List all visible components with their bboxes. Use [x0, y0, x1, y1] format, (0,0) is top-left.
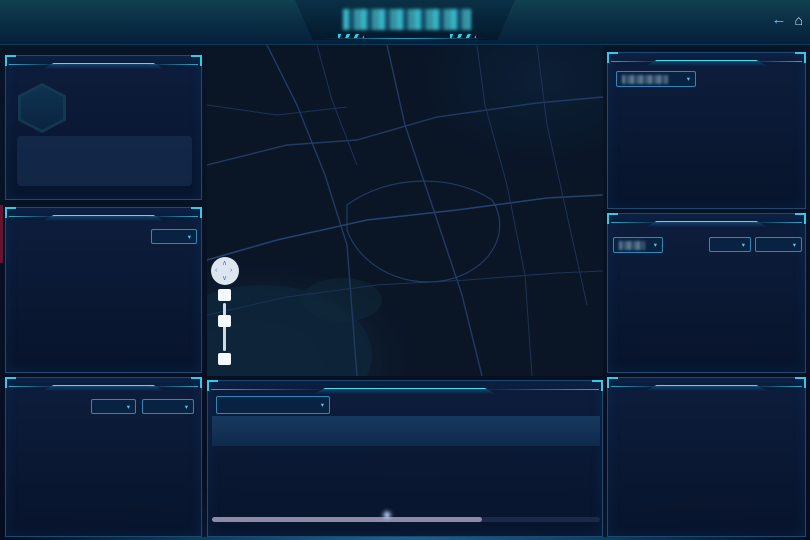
pan-down-icon[interactable]: ∨: [222, 275, 227, 282]
panel-title: [314, 388, 496, 394]
chevron-down-icon: ▾: [188, 233, 191, 241]
park-realtime-panel: [5, 55, 202, 200]
year-selector[interactable]: ▾: [142, 399, 194, 414]
panel-title: [646, 221, 768, 227]
report-table-rows: [212, 439, 600, 511]
station-selector-redacted[interactable]: ▾: [616, 71, 696, 87]
year-selector[interactable]: ▾: [755, 237, 802, 252]
panel-title: [43, 385, 165, 391]
panel-title: [43, 63, 165, 69]
zoom-in-button[interactable]: [218, 289, 231, 301]
dashboard: ← ⌂ ▾ ▾ ▾: [0, 0, 810, 540]
chevron-down-icon: ▾: [185, 403, 188, 411]
top-header: ← ⌂: [0, 0, 810, 45]
station-report-panel: ▾: [207, 380, 603, 537]
pan-up-icon[interactable]: ∧: [222, 260, 227, 267]
horizontal-scrollbar[interactable]: [212, 517, 600, 522]
contribution-panel: ▾: [5, 207, 202, 373]
pan-left-icon[interactable]: ‹: [215, 267, 217, 274]
header-deco-slashes: [338, 34, 364, 38]
report-type-selector[interactable]: ▾: [216, 396, 330, 414]
chevron-down-icon: ▾: [687, 75, 690, 83]
panel-title: [646, 60, 768, 66]
map-roads: [207, 45, 603, 376]
chevron-down-icon: ▾: [793, 241, 796, 249]
metrics-grid: [17, 136, 192, 186]
header-glow-line: [300, 38, 510, 40]
chevron-down-icon: ▾: [654, 241, 657, 249]
pollution-sources-panel: [607, 377, 806, 537]
water-calendar-panel: ▾ ▾ ▾: [607, 213, 806, 373]
map-container[interactable]: ∧ ∨ ‹ ›: [207, 45, 603, 376]
zoom-out-button[interactable]: [218, 353, 231, 365]
back-icon[interactable]: ←: [772, 11, 787, 28]
panel-title: [43, 215, 165, 221]
edge-deco-strip: [0, 205, 3, 263]
pan-right-icon[interactable]: ›: [230, 267, 232, 274]
chevron-down-icon: ▾: [127, 403, 130, 411]
map-pan-control[interactable]: ∧ ∨ ‹ ›: [211, 257, 239, 285]
month-selector[interactable]: ▾: [709, 237, 751, 252]
month-selector[interactable]: ▾: [91, 399, 136, 414]
header-deco-slashes: [450, 34, 476, 38]
app-title-redacted: [343, 9, 471, 30]
report-table-header: [212, 416, 600, 446]
water-station-panel: ▾: [607, 52, 806, 209]
chevron-down-icon: ▾: [742, 241, 745, 249]
zoom-slider-handle[interactable]: [218, 315, 231, 327]
home-icon[interactable]: ⌂: [795, 12, 803, 28]
air-quality-calendar-panel: ▾ ▾: [5, 377, 202, 537]
panel-title: [646, 385, 768, 391]
scrollbar-thumb[interactable]: [212, 517, 482, 522]
chevron-down-icon: ▾: [321, 401, 324, 409]
pollutant-selector[interactable]: ▾: [151, 229, 197, 244]
zoom-slider-track[interactable]: [223, 303, 226, 351]
station-selector-redacted[interactable]: ▾: [613, 237, 663, 253]
